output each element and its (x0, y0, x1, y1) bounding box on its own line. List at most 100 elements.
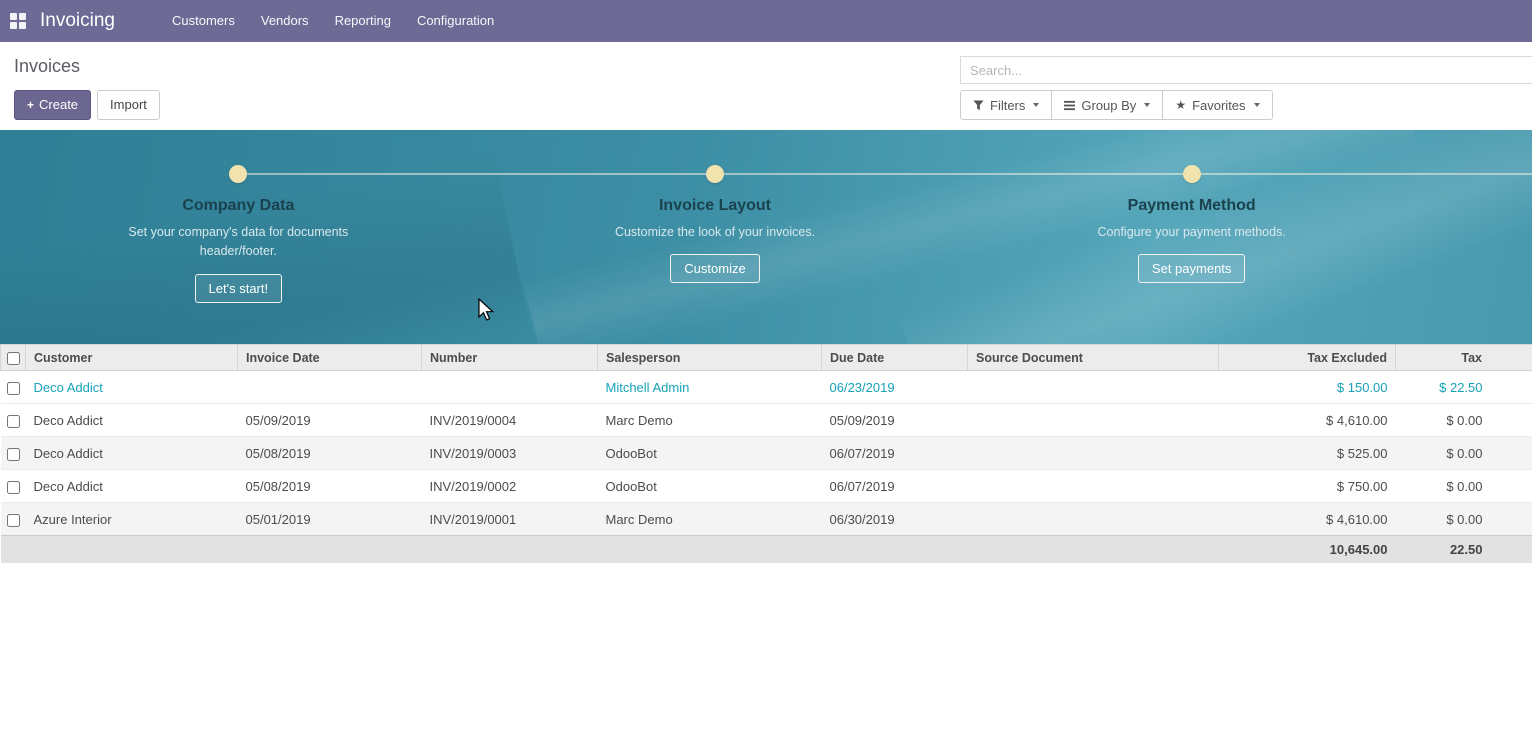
col-number[interactable]: Number (422, 345, 598, 371)
onboarding-banner: Company Data Set your company's data for… (0, 130, 1532, 344)
set-payments-button[interactable]: Set payments (1138, 254, 1246, 283)
cell-invoice-date (238, 371, 422, 404)
cell-source-document (968, 503, 1219, 536)
table-row[interactable]: Azure Interior05/01/2019INV/2019/0001Mar… (1, 503, 1532, 536)
cell-customer: Deco Addict (26, 437, 238, 470)
cell-customer: Deco Addict (26, 470, 238, 503)
action-buttons: +Create Import (14, 90, 1518, 120)
caret-down-icon (1144, 103, 1150, 107)
nav-menu-reporting[interactable]: Reporting (322, 0, 404, 42)
group-by-icon (1064, 100, 1075, 111)
step-title: Company Data (0, 197, 477, 215)
cell-tax: $ 0.00 (1396, 503, 1532, 536)
cell-source-document (968, 437, 1219, 470)
funnel-icon (973, 100, 984, 111)
cell-tax-excluded: $ 4,610.00 (1219, 503, 1396, 536)
step-description: Customize the look of your invoices. (599, 223, 831, 242)
plus-icon: + (27, 98, 34, 112)
favorites-button[interactable]: ★ Favorites (1162, 90, 1272, 120)
cell-due-date: 06/07/2019 (822, 437, 968, 470)
table-row[interactable]: Deco Addict05/09/2019INV/2019/0004Marc D… (1, 404, 1532, 437)
row-checkbox[interactable] (7, 415, 20, 428)
table-header-row: Customer Invoice Date Number Salesperson… (1, 345, 1532, 371)
onboarding-step-company-data: Company Data Set your company's data for… (0, 130, 477, 303)
invoice-list: Customer Invoice Date Number Salesperson… (0, 344, 1532, 563)
filters-button[interactable]: Filters (960, 90, 1052, 120)
cell-due-date: 06/23/2019 (822, 371, 968, 404)
search-box (960, 56, 1532, 84)
col-due-date[interactable]: Due Date (822, 345, 968, 371)
nav-menu: Customers Vendors Reporting Configuratio… (159, 0, 507, 42)
step-dot-icon (229, 165, 247, 183)
cell-tax: $ 0.00 (1396, 404, 1532, 437)
cell-due-date: 05/09/2019 (822, 404, 968, 437)
onboarding-steps: Company Data Set your company's data for… (0, 130, 1430, 303)
cell-customer: Azure Interior (26, 503, 238, 536)
step-dot-icon (706, 165, 724, 183)
control-panel: Invoices +Create Import Filters Group By… (0, 42, 1532, 130)
col-customer[interactable]: Customer (26, 345, 238, 371)
row-checkbox[interactable] (7, 514, 20, 527)
apps-menu-icon[interactable] (10, 13, 26, 29)
nav-menu-configuration[interactable]: Configuration (404, 0, 507, 42)
table-row[interactable]: Deco AddictMitchell Admin06/23/2019$ 150… (1, 371, 1532, 404)
col-source-document[interactable]: Source Document (968, 345, 1219, 371)
import-button[interactable]: Import (97, 90, 160, 120)
row-checkbox-cell (1, 503, 26, 536)
cell-source-document (968, 371, 1219, 404)
table-row[interactable]: Deco Addict05/08/2019INV/2019/0002OdooBo… (1, 470, 1532, 503)
nav-menu-vendors[interactable]: Vendors (248, 0, 322, 42)
col-invoice-date[interactable]: Invoice Date (238, 345, 422, 371)
row-checkbox[interactable] (7, 481, 20, 494)
cell-salesperson: Mitchell Admin (598, 371, 822, 404)
cell-number: INV/2019/0002 (422, 470, 598, 503)
create-button[interactable]: +Create (14, 90, 91, 120)
cell-number: INV/2019/0004 (422, 404, 598, 437)
total-tax-excluded: 10,645.00 (1219, 536, 1396, 563)
row-checkbox-cell (1, 437, 26, 470)
cell-tax-excluded: $ 4,610.00 (1219, 404, 1396, 437)
search-input[interactable] (970, 63, 1523, 78)
step-description: Configure your payment methods. (1076, 223, 1308, 242)
row-checkbox-cell (1, 404, 26, 437)
cell-due-date: 06/30/2019 (822, 503, 968, 536)
cell-invoice-date: 05/01/2019 (238, 503, 422, 536)
cell-number: INV/2019/0001 (422, 503, 598, 536)
cell-customer: Deco Addict (26, 371, 238, 404)
cell-invoice-date: 05/09/2019 (238, 404, 422, 437)
col-tax[interactable]: Tax (1396, 345, 1532, 371)
lets-start-button[interactable]: Let's start! (195, 274, 283, 303)
top-nav: Invoicing Customers Vendors Reporting Co… (0, 0, 1532, 42)
cell-tax: $ 0.00 (1396, 437, 1532, 470)
cell-invoice-date: 05/08/2019 (238, 470, 422, 503)
group-by-button[interactable]: Group By (1051, 90, 1163, 120)
total-tax: 22.50 (1396, 536, 1532, 563)
cell-source-document (968, 470, 1219, 503)
star-icon: ★ (1175, 99, 1186, 111)
customize-button[interactable]: Customize (670, 254, 759, 283)
col-tax-excluded[interactable]: Tax Excluded (1219, 345, 1396, 371)
select-all-cell (1, 345, 26, 371)
cell-invoice-date: 05/08/2019 (238, 437, 422, 470)
cell-salesperson: OdooBot (598, 470, 822, 503)
totals-row: 10,645.00 22.50 (1, 536, 1532, 563)
row-checkbox[interactable] (7, 382, 20, 395)
col-salesperson[interactable]: Salesperson (598, 345, 822, 371)
row-checkbox[interactable] (7, 448, 20, 461)
step-title: Invoice Layout (477, 197, 954, 215)
select-all-checkbox[interactable] (7, 352, 20, 365)
row-checkbox-cell (1, 470, 26, 503)
nav-menu-customers[interactable]: Customers (159, 0, 248, 42)
cell-tax: $ 0.00 (1396, 470, 1532, 503)
cell-number (422, 371, 598, 404)
onboarding-step-invoice-layout: Invoice Layout Customize the look of you… (477, 130, 954, 303)
cell-customer: Deco Addict (26, 404, 238, 437)
cell-tax-excluded: $ 525.00 (1219, 437, 1396, 470)
cell-tax-excluded: $ 750.00 (1219, 470, 1396, 503)
table-row[interactable]: Deco Addict05/08/2019INV/2019/0003OdooBo… (1, 437, 1532, 470)
caret-down-icon (1254, 103, 1260, 107)
search-options: Filters Group By ★ Favorites (960, 90, 1273, 120)
cell-tax: $ 22.50 (1396, 371, 1532, 404)
app-title[interactable]: Invoicing (40, 10, 115, 32)
cell-source-document (968, 404, 1219, 437)
